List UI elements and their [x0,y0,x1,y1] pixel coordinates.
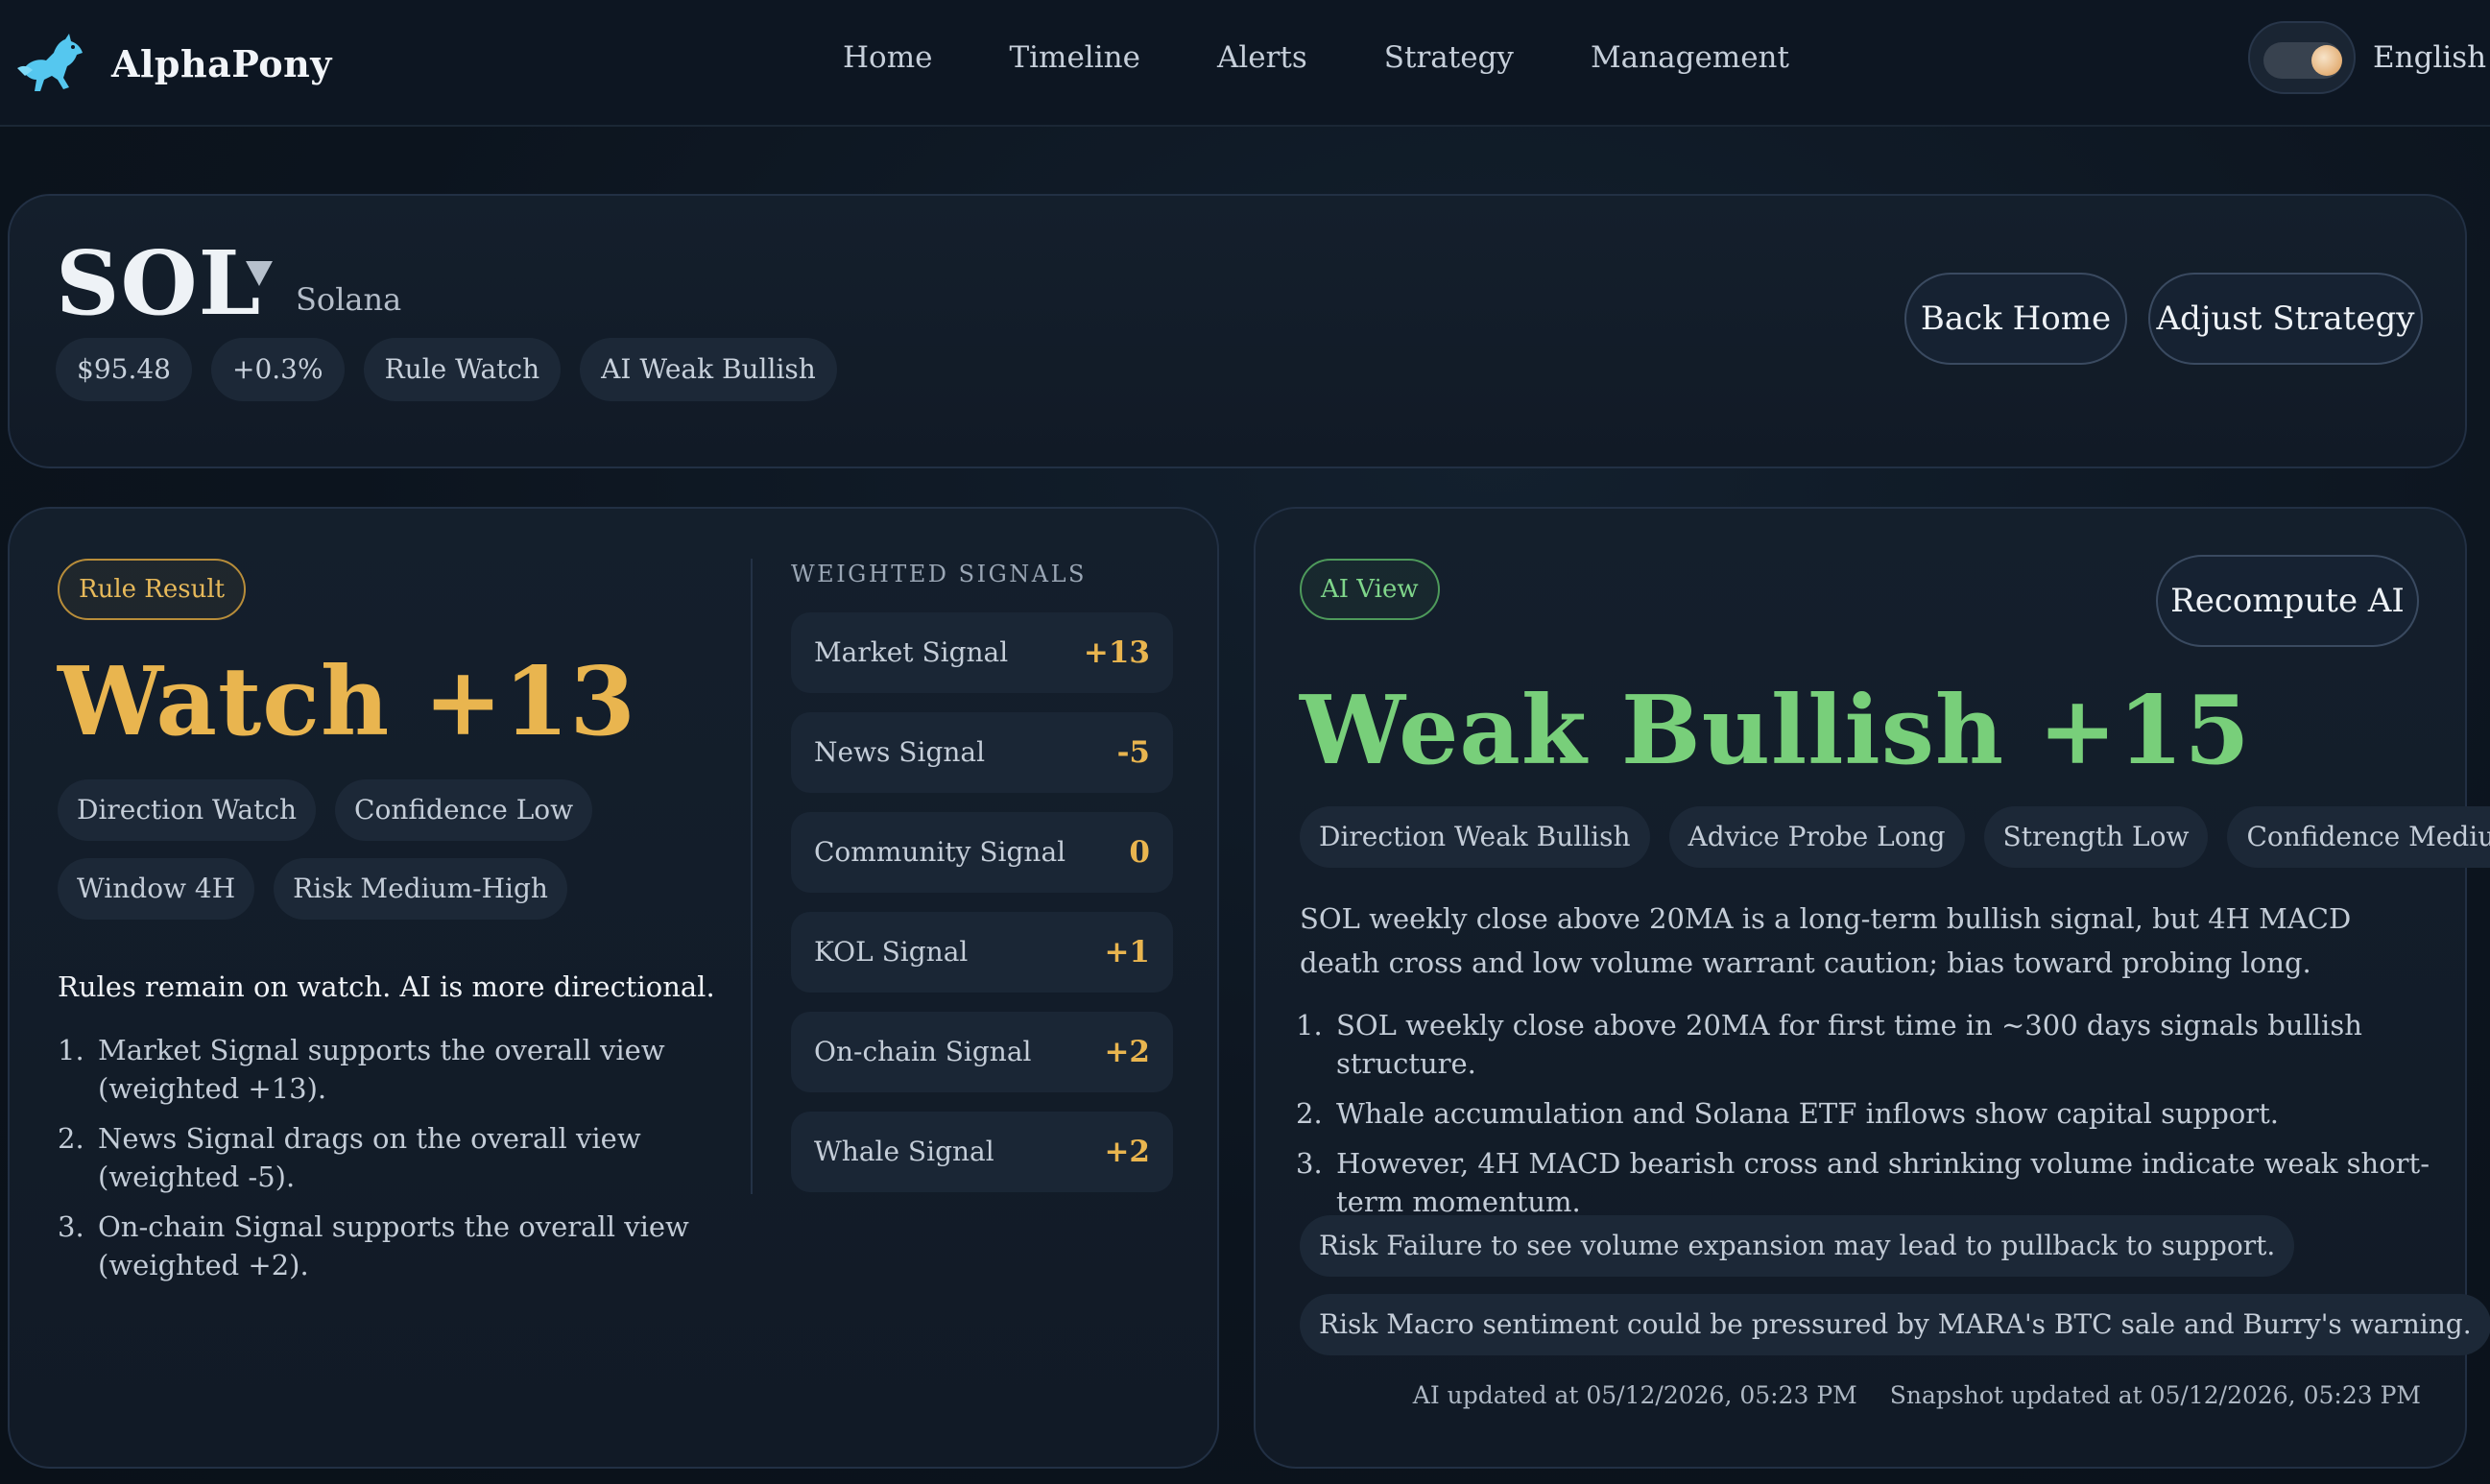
ai-updated-time: AI updated at 05/12/2026, 05:23 PM [1412,1381,1857,1409]
risk-chip: Risk Failure to see volume expansion may… [1300,1215,2295,1277]
rule-reasons-list: 1. Market Signal supports the overall vie… [58,1031,731,1296]
toggle-track [2263,42,2342,79]
signal-row-kol[interactable]: KOL Signal +1 [791,912,1173,993]
back-home-button[interactable]: Back Home [1904,273,2127,365]
rule-chips-row-1: Direction Watch Confidence Low [58,779,593,841]
asset-name: Solana [296,281,402,318]
rule-chip: Risk Medium-High [274,858,567,920]
brand[interactable]: AlphaPony [15,27,332,100]
rule-chip: Confidence Low [335,779,593,841]
list-item: 2. News Signal drags on the overall view … [58,1122,641,1193]
nav-strategy[interactable]: Strategy [1384,35,1514,81]
asset-symbol[interactable]: SOL [56,230,261,336]
list-item: 3. However, 4H MACD bearish cross and shr… [1296,1147,2430,1218]
top-nav: AlphaPony Home Timeline Alerts Strategy … [0,0,2490,127]
recompute-ai-button[interactable]: Recompute AI [2156,555,2419,647]
signal-row-market[interactable]: Market Signal +13 [791,612,1173,693]
weighted-signals-title: WEIGHTED SIGNALS [791,561,1087,587]
rule-summary: Rules remain on watch. AI is more direct… [58,970,715,1003]
ai-status-chip: AI Weak Bullish [580,338,837,401]
change-chip: +0.3% [210,338,345,401]
ai-chip: Strength Low [1983,806,2209,868]
pony-logo-icon [17,34,83,91]
rule-result-tag: Rule Result [58,559,247,620]
asset-header-card: SOL Solana $95.48 +0.3% Rule Watch AI We… [8,194,2467,468]
ai-view-tag: AI View [1300,559,1440,620]
toggle-knob [2311,45,2342,76]
list-item: 2. Whale accumulation and Solana ETF infl… [1296,1097,2280,1130]
ai-view-card: AI View Recompute AI Weak Bullish +15 Di… [1254,507,2490,1469]
ai-points-list: 1. SOL weekly close above 20MA for first … [1296,1006,2430,1233]
rule-chip: Window 4H [58,858,255,920]
signal-row-news[interactable]: News Signal -5 [791,712,1173,793]
nav-management[interactable]: Management [1591,35,1789,81]
caret-down-icon[interactable] [246,261,273,286]
signal-row-community[interactable]: Community Signal 0 [791,812,1173,893]
list-item: 1. Market Signal supports the overall vie… [58,1034,665,1105]
rule-status-chip: Rule Watch [363,338,562,401]
signal-row-onchain[interactable]: On-chain Signal +2 [791,1012,1173,1092]
ai-chip: Direction Weak Bullish [1300,806,1650,868]
ai-summary: SOL weekly close above 20MA is a long-te… [1300,902,2352,979]
language-selector[interactable]: English [2373,35,2486,81]
signal-row-whale[interactable]: Whale Signal +2 [791,1112,1173,1192]
section-divider [751,559,753,1194]
update-timestamps: AI updated at 05/12/2026, 05:23 PM Snaps… [1413,1378,2421,1413]
snapshot-updated-time: Snapshot updated at 05/12/2026, 05:23 PM [1889,1381,2421,1409]
adjust-strategy-button[interactable]: Adjust Strategy [2148,273,2423,365]
list-item: 1. SOL weekly close above 20MA for first … [1296,1009,2362,1080]
brand-name: AlphaPony [111,41,332,85]
list-item: 3. On-chain Signal supports the overall v… [58,1210,689,1281]
nav-links: Home Timeline Alerts Strategy Management [843,35,1789,81]
rule-headline: Watch +13 [58,647,636,757]
rule-chip: Direction Watch [58,779,317,841]
rule-result-card: Rule Result Watch +13 Direction Watch Co… [8,507,1219,1469]
ai-chips-row: Direction Weak Bullish Advice Probe Long… [1300,806,2490,868]
nav-timeline[interactable]: Timeline [1009,35,1139,81]
price-chip: $95.48 [56,338,192,401]
ai-headline: Weak Bullish +15 [1300,676,2251,786]
rule-chips-row-2: Window 4H Risk Medium-High [58,858,567,920]
risk-chip: Risk Macro sentiment could be pressured … [1300,1294,2490,1355]
nav-alerts[interactable]: Alerts [1217,35,1307,81]
nav-home[interactable]: Home [843,35,932,81]
weighted-signals-list: Market Signal +13 News Signal -5 Communi… [791,612,1173,1211]
ai-chip: Confidence Medium [2227,806,2490,868]
theme-toggle[interactable] [2248,21,2356,94]
ai-chip: Advice Probe Long [1668,806,1965,868]
asset-chips: $95.48 +0.3% Rule Watch AI Weak Bullish [56,338,837,401]
